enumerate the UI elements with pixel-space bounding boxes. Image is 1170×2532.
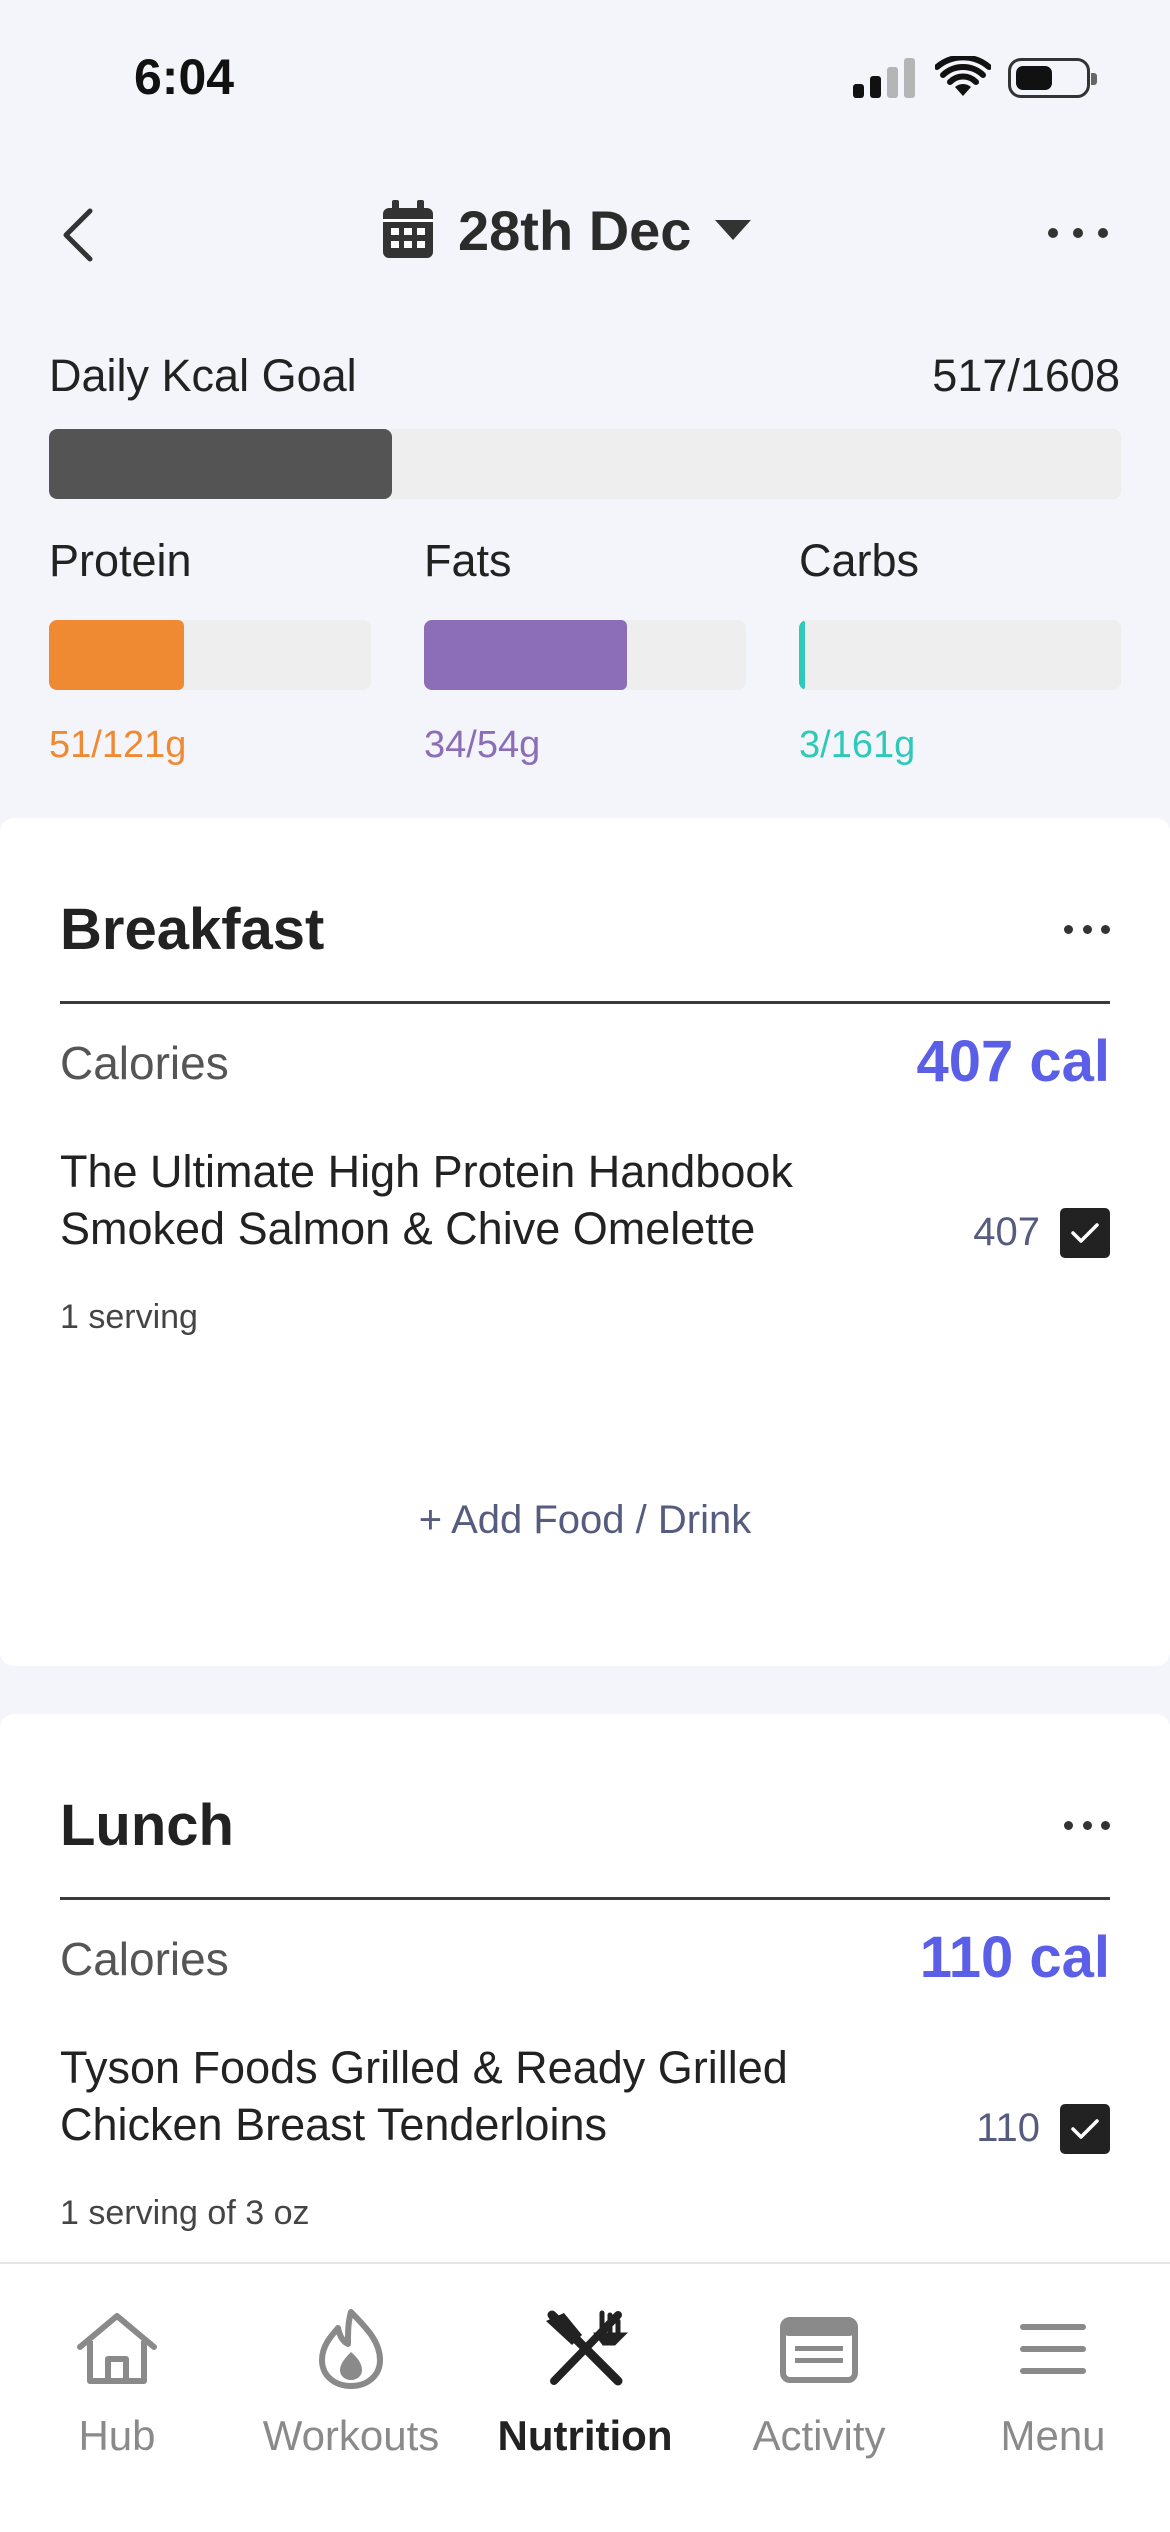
food-item-serving: 1 serving of 3 oz [60,2194,310,2232]
flame-icon [319,2309,383,2389]
nav-item-activity[interactable]: Activity [702,2294,936,2460]
battery-icon [1008,58,1097,98]
check-icon [1071,2119,1099,2139]
chevron-left-icon [63,208,93,262]
nav-item-workouts[interactable]: Workouts [234,2294,468,2460]
meal-more-button[interactable] [1064,923,1110,935]
calories-label: Calories [60,1933,229,1985]
macro-progress-fill [49,620,185,690]
dot [1101,924,1110,934]
nav-label: Nutrition [497,2412,673,2459]
macro-label: Carbs [799,535,920,586]
dot [1082,924,1092,934]
dot [1064,924,1073,934]
kcal-progress-bar [49,429,1121,499]
macro-progress-fill [424,620,627,690]
nav-item-hub[interactable]: Hub [0,2294,234,2460]
fork-knife-icon [546,2310,628,2386]
macro-label: Protein [49,535,192,586]
nav-label: Workouts [262,2412,440,2459]
macro-label: Fats [424,535,512,586]
status-time: 6:04 [134,49,235,105]
nav-item-nutrition[interactable]: Nutrition [468,2294,702,2460]
nav-label: Activity [752,2412,886,2459]
macro-protein: Protein 51/121g [49,535,371,767]
calories-label: Calories [60,1037,229,1089]
kcal-goal-label: Daily Kcal Goal [49,350,357,401]
food-item-checkbox[interactable] [1060,1208,1110,1258]
meal-title: Lunch [60,1793,234,1858]
cellular-signal-icon [853,58,917,98]
macro-progress-bar [424,620,746,690]
meal-card-lunch: Lunch Calories 110 cal Tyson Foods Grill… [0,1714,1170,2314]
kcal-goal-value: 517/1608 [932,350,1120,401]
food-item-name[interactable]: The Ultimate High Protein Handbook Smoke… [60,1143,920,1257]
add-food-drink-button[interactable]: + Add Food / Drink [0,1498,1170,1543]
dot [1064,1820,1073,1830]
macro-progress-bar [49,620,371,690]
calendar-icon [383,200,433,258]
macro-value: 3/161g [799,724,916,766]
food-item-serving: 1 serving [60,1298,198,1336]
nav-item-menu[interactable]: Menu [936,2294,1170,2460]
status-bar: 6:04 [0,0,1170,150]
home-icon [77,2313,157,2384]
divider [60,1897,1110,1900]
kcal-progress-fill [49,429,393,499]
wifi-icon [935,56,991,96]
macro-progress-bar [799,620,1121,690]
macro-carbs: Carbs 3/161g [799,535,1121,767]
bottom-nav: Hub Workouts Nutrition Activity Menu [0,2262,1170,2532]
dot [1073,228,1083,238]
dot [1101,1820,1110,1830]
check-icon [1071,1223,1099,1243]
date-picker[interactable]: 28th Dec [380,190,753,270]
meal-card-breakfast: Breakfast Calories 407 cal The Ultimate … [0,818,1170,1666]
food-item-checkbox[interactable] [1060,2104,1110,2154]
back-button[interactable] [60,200,110,270]
newspaper-icon [780,2317,858,2383]
macro-value: 51/121g [49,724,187,766]
macro-fats: Fats 34/54g [424,535,746,767]
meal-title: Breakfast [60,897,325,962]
dot [1048,228,1058,238]
food-item-calories: 407 [973,1210,1040,1254]
nav-label: Hub [78,2412,156,2459]
macro-value: 34/54g [424,724,541,766]
caret-down-icon [715,220,752,240]
date-label: 28th Dec [458,198,692,262]
hamburger-icon [1020,2324,1086,2374]
more-options-button[interactable] [1048,218,1108,248]
calories-total: 110 cal [919,1925,1110,1990]
meal-more-button[interactable] [1064,1819,1110,1831]
food-item-calories: 110 [976,2106,1040,2150]
dot [1098,228,1108,238]
divider [60,1001,1110,1004]
food-item-name[interactable]: Tyson Foods Grilled & Ready Grilled Chic… [60,2039,920,2153]
calories-total: 407 cal [916,1029,1110,1094]
dot [1082,1820,1092,1830]
nav-label: Menu [1000,2412,1106,2459]
macro-progress-fill [799,620,806,690]
